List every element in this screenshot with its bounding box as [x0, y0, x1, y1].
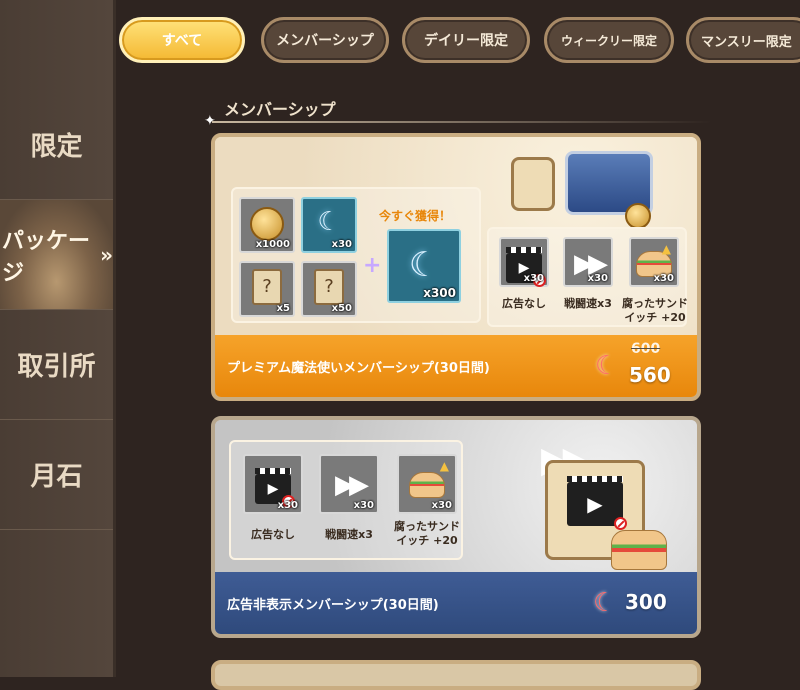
- perk-label: 腐ったサンド イッチ +20: [394, 520, 460, 547]
- tab-label: マンスリー限定: [701, 34, 792, 50]
- mystery-scroll-icon: ?: [314, 269, 344, 305]
- sandwich-icon: [409, 472, 445, 498]
- upgrade-arrow-icon: ▲: [661, 242, 671, 256]
- mystery-scroll-icon: ?: [252, 269, 282, 305]
- instant-reward-label: 今すぐ獲得！: [379, 209, 452, 223]
- reward-qty: x5: [276, 303, 290, 314]
- scroll-art-icon: [511, 157, 555, 211]
- no-ads-icon: ▶: [567, 476, 627, 530]
- sidebar-item-label: パッケージ: [2, 228, 91, 286]
- perk-qty: x30: [523, 273, 544, 284]
- sandwich-icon: [611, 530, 667, 570]
- price: 300: [625, 590, 667, 614]
- upgrade-arrow-icon: ▲: [439, 459, 449, 473]
- gold-coin-icon: [625, 203, 651, 229]
- perk-slot-no-ads[interactable]: ▶ x30: [499, 237, 549, 287]
- tab-daily-limited[interactable]: デイリー限定: [402, 17, 530, 63]
- perk-label: 腐ったサンド イッチ +20: [622, 297, 688, 324]
- perk-label: 戦闘速x3: [325, 528, 373, 541]
- reward-slot-moonstone[interactable]: ☾ x30: [301, 197, 357, 253]
- perk-slot-sandwich[interactable]: ▲ x30: [397, 454, 457, 514]
- section-divider: [212, 121, 712, 123]
- reward-qty: x1000: [255, 239, 290, 250]
- instant-reward-slot[interactable]: ☾ x300: [387, 229, 461, 303]
- tab-membership[interactable]: メンバーシップ: [261, 17, 389, 63]
- category-sidebar: 限定 パッケージ » 取引所 月石: [0, 0, 116, 677]
- sidebar-item-limited[interactable]: 限定: [0, 90, 113, 200]
- purchase-bar[interactable]: 広告非表示メンバーシップ(30日間) ☾ 300: [215, 572, 697, 634]
- tab-monthly-limited[interactable]: マンスリー限定: [686, 17, 800, 63]
- sidebar-item-moonstone[interactable]: 月石: [0, 420, 113, 530]
- perk-slot-speed[interactable]: ▶▶ x30: [563, 237, 613, 287]
- premium-membership-card[interactable]: x1000 ☾ x30 ? x5 ? x50 + 今すぐ獲得！ ☾ x300 ▶…: [211, 133, 701, 401]
- sidebar-item-exchange[interactable]: 取引所: [0, 310, 113, 420]
- perk-qty: x30: [353, 500, 374, 511]
- tab-label: ウィークリー限定: [560, 33, 657, 48]
- tab-label: メンバーシップ: [276, 33, 374, 49]
- perk-qty: x30: [587, 273, 608, 284]
- purchase-bar[interactable]: プレミアム魔法使いメンバーシップ(30日間) ☾ 600 560: [215, 335, 697, 397]
- fast-forward-icon: ▶▶: [335, 470, 369, 500]
- reward-slot-scroll-small[interactable]: ? x5: [239, 261, 295, 317]
- reward-qty: x50: [331, 303, 352, 314]
- moonstone-currency-icon: ☾: [595, 351, 619, 381]
- perk-qty: x30: [431, 500, 452, 511]
- original-price: 600: [631, 341, 661, 357]
- sidebar-item-label: 限定: [30, 132, 83, 162]
- section-title: メンバーシップ: [224, 100, 336, 119]
- tab-label: デイリー限定: [424, 33, 508, 49]
- perk-label: 広告なし: [502, 297, 546, 310]
- tab-weekly-limited[interactable]: ウィークリー限定: [544, 17, 674, 63]
- ad-free-membership-card[interactable]: ▶ x30 ▶▶ x30 ▲ x30 広告なし 戦闘速x3 腐ったサンド イッチ…: [211, 416, 701, 638]
- sidebar-item-package[interactable]: パッケージ »: [0, 200, 113, 310]
- moonstone-icon: ☾: [317, 207, 341, 237]
- reward-qty: x300: [423, 286, 456, 300]
- product-name: プレミアム魔法使いメンバーシップ(30日間): [227, 360, 490, 376]
- perk-qty: x30: [653, 273, 674, 284]
- perk-label: 戦闘速x3: [564, 297, 612, 310]
- moonstone-currency-icon: ☾: [593, 588, 617, 618]
- perk-slot-speed[interactable]: ▶▶ x30: [319, 454, 379, 514]
- reward-qty: x30: [331, 239, 352, 250]
- sidebar-item-label: 月石: [30, 462, 83, 492]
- sparkle-icon: ✦: [204, 113, 216, 129]
- gold-coin-icon: [250, 207, 284, 241]
- reward-slot-scroll-large[interactable]: ? x50: [301, 261, 357, 317]
- sidebar-item-label: 取引所: [17, 352, 96, 382]
- chevron-right-icon: »: [100, 242, 113, 267]
- perk-slot-no-ads[interactable]: ▶ x30: [243, 454, 303, 514]
- moonstone-icon: ☾: [408, 245, 440, 285]
- membership-card-partial[interactable]: [211, 660, 701, 690]
- tab-all[interactable]: すべて: [119, 17, 245, 63]
- tab-label: すべて: [161, 33, 203, 49]
- product-name: 広告非表示メンバーシップ(30日間): [227, 597, 439, 613]
- perk-slot-sandwich[interactable]: ▲ x30: [629, 237, 679, 287]
- perk-label: 広告なし: [251, 528, 295, 541]
- plus-icon: +: [363, 253, 382, 278]
- price: 560: [629, 363, 671, 387]
- reward-slot-gold[interactable]: x1000: [239, 197, 295, 253]
- perk-qty: x30: [277, 500, 298, 511]
